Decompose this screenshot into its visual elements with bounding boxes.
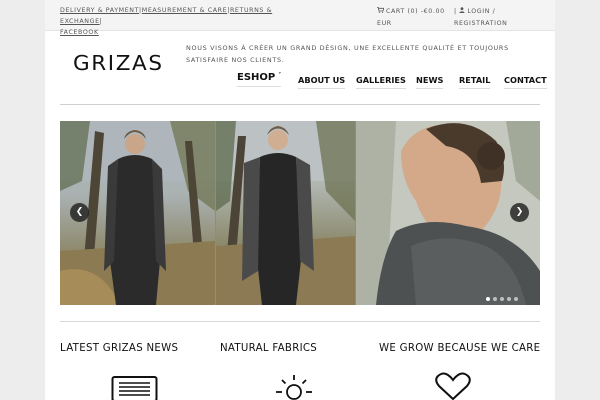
login-link[interactable]: | LOGIN / REGISTRATION — [454, 5, 544, 30]
slide-image-model-cardigan — [216, 121, 355, 305]
main-nav: ESHOP ˅ ABOUT US GALLERIES NEWS RETAIL CO… — [45, 72, 555, 95]
user-icon — [459, 5, 465, 17]
link-measurement-care[interactable]: MEASUREMENT & CARE — [142, 7, 227, 14]
nav-item-contact[interactable]: CONTACT — [504, 75, 547, 89]
nav-item-galleries[interactable]: GALLERIES — [356, 75, 406, 89]
tagline: NOUS VISONS À CRÉER UN GRAND DÉSIGN, UNE… — [186, 44, 509, 64]
link-delivery-payment[interactable]: DELIVERY & PAYMENT — [60, 7, 139, 14]
slider-next-button[interactable]: ❯ — [510, 203, 529, 222]
chevron-left-icon: ❮ — [75, 207, 84, 217]
feature-title-fabrics[interactable]: NATURAL FABRICS — [220, 343, 317, 354]
heart-icon — [434, 372, 472, 400]
nav-item-eshop[interactable]: ESHOP ˅ — [237, 72, 282, 87]
page-container: DELIVERY & PAYMENT|MEASUREMENT & CARE|RE… — [45, 0, 555, 400]
slider-dot[interactable] — [493, 297, 497, 301]
separator: | — [99, 18, 103, 25]
slider-dot[interactable] — [486, 297, 490, 301]
slider-dot[interactable] — [514, 297, 518, 301]
slider-dot[interactable] — [500, 297, 504, 301]
top-links: DELIVERY & PAYMENT|MEASUREMENT & CARE|RE… — [60, 5, 300, 38]
cart-icon — [377, 5, 385, 17]
link-facebook[interactable]: FACEBOOK — [60, 29, 99, 36]
nav-item-label: ESHOP — [237, 72, 276, 83]
top-bar: DELIVERY & PAYMENT|MEASUREMENT & CARE|RE… — [45, 0, 555, 36]
newspaper-icon — [111, 372, 159, 400]
nav-item-retail[interactable]: RETAIL — [459, 75, 491, 89]
section-divider — [60, 321, 540, 322]
feature-title-care[interactable]: WE GROW BECAUSE WE CARE — [379, 343, 540, 354]
slider-pagination — [486, 286, 521, 301]
cart-link[interactable]: CART (0) -€0.00 EUR — [377, 5, 449, 30]
chevron-down-icon: ˅ — [278, 72, 282, 79]
site-logo[interactable]: GRIZAS — [73, 51, 164, 75]
chevron-right-icon: ❯ — [515, 207, 524, 217]
nav-item-about-us[interactable]: ABOUT US — [298, 75, 346, 89]
nav-item-news[interactable]: NEWS — [416, 75, 444, 89]
slider-prev-button[interactable]: ❮ — [70, 203, 89, 222]
header-divider — [60, 104, 540, 105]
feature-title-news[interactable]: LATEST GRIZAS NEWS — [60, 343, 178, 354]
slider-dot[interactable] — [507, 297, 511, 301]
cart-label: CART (0) -€0.00 EUR — [377, 8, 445, 27]
sun-icon — [274, 372, 314, 400]
image-slider[interactable]: ❮ ❯ — [60, 121, 540, 305]
